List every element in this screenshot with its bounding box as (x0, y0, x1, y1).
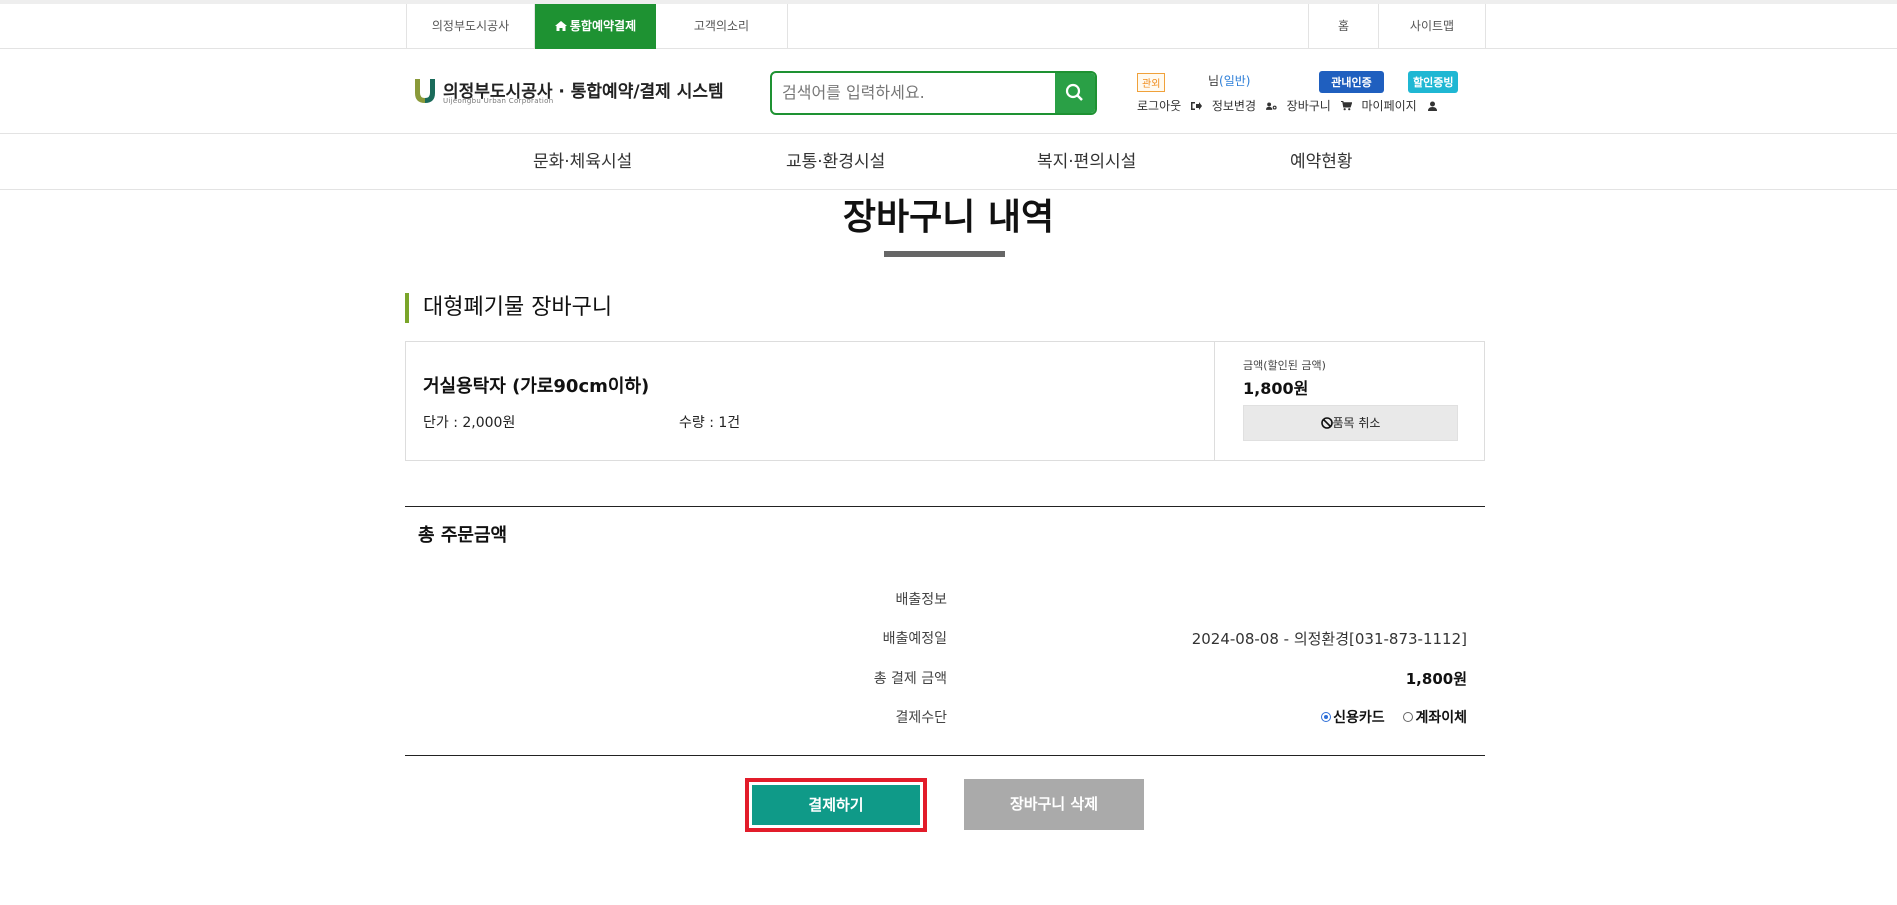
edit-info-label: 정보변경 (1211, 99, 1256, 113)
total-payment-value: 1,800원 (1405, 670, 1467, 688)
pay-button[interactable]: 결제하기 (752, 785, 920, 825)
search-icon (1065, 83, 1083, 101)
nav-culture-sports[interactable]: 문화·체육시설 (533, 135, 632, 190)
payment-method-label: 결제수단 (895, 710, 947, 726)
site-header: 의정부도시공사 · 통합예약/결제 시스템 Uijeongbu Urban Co… (0, 49, 1897, 134)
tab-integrated-payment-label: 통합예약결제 (569, 19, 637, 33)
logo-mark-icon (415, 79, 435, 103)
tab-urban-corp[interactable]: 의정부도시공사 (407, 4, 535, 49)
disposal-info-label: 배출정보 (895, 592, 947, 608)
tab-integrated-payment[interactable]: 통합예약결제 (535, 4, 656, 49)
home-icon (554, 21, 567, 31)
utility-bar: 의정부도시공사 통합예약결제 고객의소리 홈 사이트맵 (0, 0, 1897, 49)
search-button[interactable] (1055, 73, 1095, 113)
resident-badge: 관외 (1137, 73, 1166, 92)
radio-transfer[interactable] (1403, 712, 1414, 722)
nav-welfare-convenience[interactable]: 복지·편의시설 (1037, 135, 1136, 190)
mypage-link[interactable]: 마이페이지 (1361, 99, 1437, 113)
amount-label: 금액(할인된 금액) (1243, 359, 1326, 372)
discount-proof-button[interactable]: 할인증빙 (1408, 71, 1459, 93)
home-link[interactable]: 홈 (1308, 4, 1378, 49)
edit-info-link[interactable]: 정보변경 (1212, 99, 1277, 113)
user-name-suffix: 님 (1208, 74, 1220, 88)
user-icon (1427, 101, 1437, 111)
item-quantity: 수량 : 1건 (679, 415, 741, 431)
user-name: 님(일반) (1208, 72, 1251, 89)
logo-subtitle: Uijeongbu Urban Corporation (443, 97, 554, 105)
resident-verify-button[interactable]: 관내인증 (1319, 71, 1384, 93)
nav-reservation-status[interactable]: 예약현황 (1290, 135, 1353, 190)
amount-value: 1,800원 (1243, 379, 1309, 398)
disposal-date-label: 배출예정일 (882, 631, 947, 647)
pay-button-highlight: 결제하기 (745, 778, 927, 832)
cancel-item-label: 품목 취소 (1332, 416, 1381, 430)
tab-customer-voice[interactable]: 고객의소리 (656, 4, 788, 49)
pay-option-transfer[interactable]: 계좌이체 (1403, 708, 1467, 726)
total-payment-label: 총 결제 금액 (873, 671, 947, 687)
pay-option-transfer-label: 계좌이체 (1415, 710, 1467, 726)
pay-option-card[interactable]: 신용카드 (1321, 708, 1385, 726)
user-panel: 관외 님(일반) 관내인증 할인증빙 로그아웃 정보변경 장바구니 마이페이지 (1137, 71, 1477, 119)
page-title: 장바구니 내역 (842, 197, 1055, 238)
disposal-date-value: 2024-08-08 - 의정환경[031-873-1112] (1191, 630, 1467, 648)
cart-link[interactable]: 장바구니 (1287, 99, 1352, 113)
mypage-label: 마이페이지 (1361, 99, 1417, 113)
logout-label: 로그아웃 (1137, 99, 1182, 113)
sitemap-link[interactable]: 사이트맵 (1378, 4, 1485, 49)
payment-method-options: 신용카드 계좌이체 (1321, 707, 1467, 727)
title-underline (884, 251, 1005, 257)
search-input[interactable]: 검색어를 입력하세요. (782, 73, 925, 113)
user-gear-icon (1265, 102, 1277, 110)
logout-link[interactable]: 로그아웃 (1137, 99, 1202, 113)
pay-option-card-label: 신용카드 (1333, 710, 1385, 726)
nav-traffic-environment[interactable]: 교통·환경시설 (786, 135, 885, 190)
delete-cart-button[interactable]: 장바구니 삭제 (964, 779, 1144, 830)
order-total-title: 총 주문금액 (418, 525, 508, 546)
search-box: 검색어를 입력하세요. (770, 71, 1097, 115)
cancel-item-button[interactable]: 품목 취소 (1243, 405, 1458, 441)
user-grade: (일반) (1219, 74, 1251, 88)
ban-icon (1320, 417, 1333, 429)
item-unit-price: 단가 : 2,000원 (423, 415, 516, 431)
cart-label: 장바구니 (1286, 99, 1331, 113)
item-name: 거실용탁자 (가로90cm이하) (423, 376, 650, 397)
radio-card[interactable] (1321, 712, 1332, 722)
cart-item: 거실용탁자 (가로90cm이하) 단가 : 2,000원 수량 : 1건 금액(… (405, 341, 1485, 461)
utility-bar-inner: 의정부도시공사 통합예약결제 고객의소리 홈 사이트맵 (406, 4, 1486, 49)
item-divider (1214, 342, 1215, 460)
user-links: 로그아웃 정보변경 장바구니 마이페이지 (1137, 97, 1444, 114)
order-total-section: 총 주문금액 배출정보 배출예정일 2024-08-08 - 의정환경[031-… (405, 506, 1485, 756)
logout-icon (1191, 102, 1202, 110)
section-title: 대형폐기물 장바구니 (405, 293, 612, 323)
main-navigation: 문화·체육시설 교통·환경시설 복지·편의시설 예약현황 (0, 135, 1897, 190)
cart-icon (1340, 101, 1352, 111)
